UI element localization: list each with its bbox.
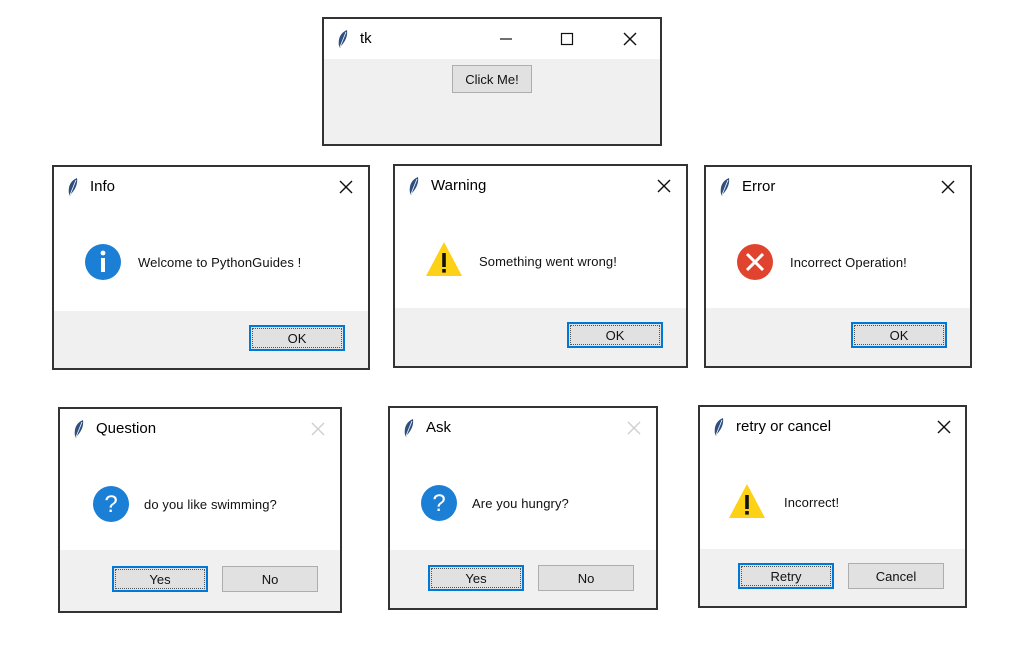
ask-dialog: Ask ? Are you hungry? Yes No — [388, 406, 658, 610]
feather-icon — [338, 30, 348, 48]
close-icon — [627, 421, 641, 435]
close-button — [306, 417, 330, 441]
close-button — [622, 416, 646, 440]
dialog-footer: Yes No — [60, 550, 340, 611]
dialog-message: Incorrect! — [784, 495, 840, 510]
minimize-icon — [500, 38, 512, 40]
feather-icon — [68, 178, 78, 196]
ok-button[interactable]: OK — [851, 322, 947, 348]
error-icon — [737, 244, 773, 280]
close-button[interactable] — [936, 175, 960, 199]
ok-button[interactable]: OK — [249, 325, 345, 351]
question-dialog: Question ? do you like swimming? Yes No — [58, 407, 342, 613]
info-dialog-titlebar[interactable]: Info — [54, 167, 368, 207]
dialog-message: Something went wrong! — [479, 254, 617, 269]
retry-button[interactable]: Retry — [738, 563, 834, 589]
question-icon: ? — [93, 486, 129, 522]
close-button[interactable] — [334, 175, 358, 199]
dialog-body: Welcome to PythonGuides ! — [54, 207, 368, 313]
no-button[interactable]: No — [222, 566, 318, 592]
dialog-message: do you like swimming? — [144, 497, 277, 512]
svg-text:?: ? — [432, 490, 445, 517]
dialog-footer: OK — [395, 308, 686, 366]
question-dialog-titlebar[interactable]: Question — [60, 409, 340, 449]
dialog-footer: OK — [54, 311, 368, 368]
dialog-message: Welcome to PythonGuides ! — [138, 255, 302, 270]
warning-icon — [729, 484, 765, 518]
dialog-title: Warning — [431, 177, 487, 194]
maximize-icon — [560, 32, 574, 46]
dialog-title: retry or cancel — [736, 418, 832, 435]
dialog-title: Info — [90, 178, 116, 195]
dialog-body: ? do you like swimming? — [60, 449, 340, 552]
click-me-button[interactable]: Click Me! — [452, 65, 532, 93]
close-button[interactable] — [932, 415, 956, 439]
dialog-title: Question — [96, 420, 157, 437]
main-window-titlebar[interactable]: tk — [324, 19, 660, 59]
cancel-button[interactable]: Cancel — [848, 563, 944, 589]
close-icon — [311, 422, 325, 436]
dialog-message: Are you hungry? — [472, 496, 569, 511]
warning-icon — [426, 242, 462, 276]
ask-dialog-titlebar[interactable]: Ask — [390, 408, 656, 448]
dialog-title: Error — [742, 178, 776, 195]
warning-dialog: Warning Something went wrong! OK — [393, 164, 688, 368]
no-button[interactable]: No — [538, 565, 634, 591]
yes-button[interactable]: Yes — [428, 565, 524, 591]
error-dialog: Error Incorrect Operation! OK — [704, 165, 972, 368]
close-icon — [937, 420, 951, 434]
feather-icon — [404, 419, 414, 437]
window-title: tk — [360, 30, 372, 47]
feather-icon — [409, 177, 419, 195]
svg-text:?: ? — [104, 491, 117, 518]
close-button[interactable] — [618, 27, 642, 51]
close-icon — [339, 180, 353, 194]
dialog-body: Incorrect Operation! — [706, 207, 970, 310]
error-dialog-titlebar[interactable]: Error — [706, 167, 970, 207]
dialog-body: Incorrect! — [700, 447, 965, 551]
dialog-message: Incorrect Operation! — [790, 255, 907, 270]
maximize-button[interactable] — [555, 27, 579, 51]
main-window: tk Click Me! — [322, 17, 662, 146]
close-button[interactable] — [652, 174, 676, 198]
dialog-footer: Yes No — [390, 550, 656, 608]
yes-button[interactable]: Yes — [112, 566, 208, 592]
dialog-body: ? Are you hungry? — [390, 448, 656, 552]
question-icon: ? — [421, 485, 457, 521]
warning-dialog-titlebar[interactable]: Warning — [395, 166, 686, 206]
close-icon — [941, 180, 955, 194]
feather-icon — [74, 420, 84, 438]
dialog-footer: OK — [706, 308, 970, 366]
ok-button[interactable]: OK — [567, 322, 663, 348]
feather-icon — [720, 178, 730, 196]
close-icon — [623, 32, 637, 46]
minimize-button[interactable] — [494, 27, 518, 51]
retry-cancel-dialog: retry or cancel Incorrect! Retry Cancel — [698, 405, 967, 608]
info-icon — [85, 244, 121, 280]
dialog-title: Ask — [426, 419, 452, 436]
feather-icon — [714, 418, 724, 436]
dialog-footer: Retry Cancel — [700, 549, 965, 606]
info-dialog: Info Welcome to PythonGuides ! OK — [52, 165, 370, 370]
close-icon — [657, 179, 671, 193]
dialog-body: Something went wrong! — [395, 206, 686, 310]
retry-dialog-titlebar[interactable]: retry or cancel — [700, 407, 965, 447]
